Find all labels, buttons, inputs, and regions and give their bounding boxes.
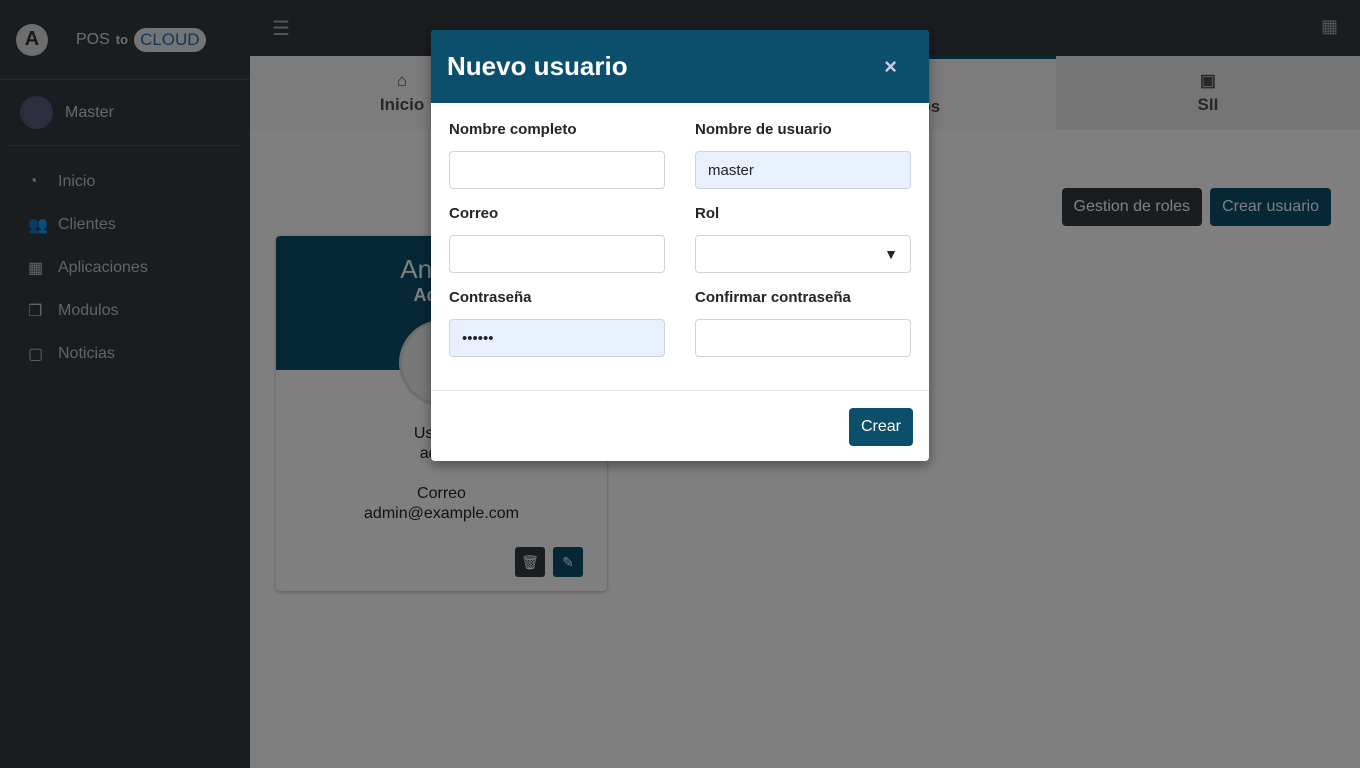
close-icon[interactable]: × (884, 54, 897, 80)
email-label: Correo (449, 205, 499, 222)
modal-title: Nuevo usuario (447, 51, 628, 81)
username-label: Nombre de usuario (695, 121, 832, 138)
email-input[interactable] (449, 235, 665, 273)
new-user-modal: Nuevo usuario × Nombre completo Nombre d… (431, 30, 929, 461)
confirm-password-input[interactable] (695, 319, 911, 357)
role-label: Rol (695, 205, 720, 222)
username-input[interactable]: master (695, 151, 911, 189)
password-label: Contraseña (449, 289, 532, 306)
create-button[interactable]: Crear (848, 408, 913, 446)
confirm-password-label: Confirmar contraseña (695, 289, 851, 306)
caret-down-icon: ▼ (884, 246, 898, 262)
fullname-input[interactable] (449, 151, 665, 189)
fullname-label: Nombre completo (449, 121, 577, 138)
role-select[interactable]: ▼ (695, 235, 911, 273)
password-input[interactable]: •••••• (449, 319, 665, 357)
